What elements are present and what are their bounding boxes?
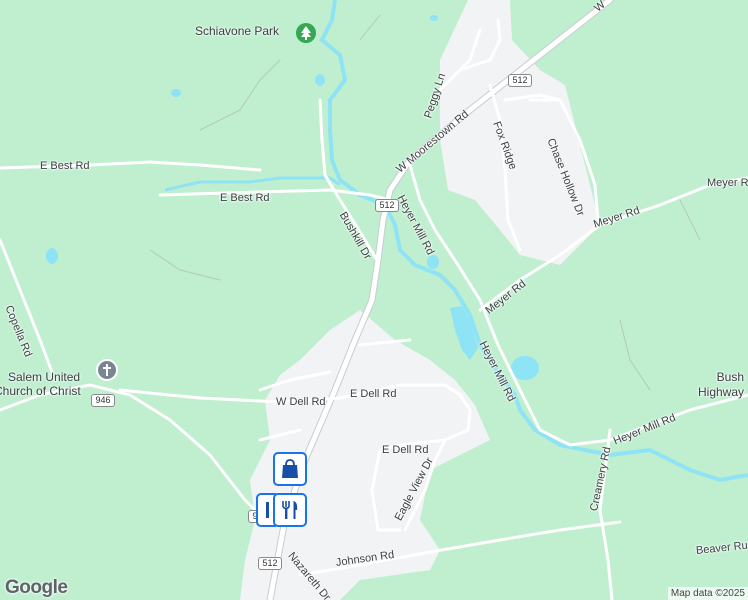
- shopping-bag-icon: [279, 458, 301, 480]
- poi-label: Schiavone Park: [195, 24, 280, 38]
- label-meyer-rd-right: Meyer Rd: [707, 177, 748, 189]
- route-shield: 512: [508, 74, 532, 87]
- pond-4: [46, 248, 58, 264]
- trail-north: [149, 14, 381, 281]
- trail-east: [619, 199, 701, 391]
- pond-6: [315, 74, 325, 86]
- pond-3: [427, 255, 439, 269]
- fork-knife-icon: [278, 499, 302, 521]
- pond-5: [171, 89, 181, 97]
- label-w-dell-rd: W Dell Rd: [276, 396, 326, 408]
- route-shield: 946: [91, 394, 115, 407]
- pond-7: [430, 15, 438, 21]
- label-e-dell-rd-south: E Dell Rd: [382, 444, 429, 456]
- label-e-best-rd: E Best Rd: [220, 192, 270, 204]
- map-canvas[interactable]: W Moorestown Rd E Best Rd E Best Rd Bush…: [0, 0, 748, 600]
- cross-icon[interactable]: [96, 359, 118, 381]
- road-e-best-top: [0, 160, 262, 172]
- pond-2: [511, 356, 539, 380]
- map-base-layer: [0, 0, 748, 600]
- pond-1: [450, 306, 478, 360]
- google-logo: Google: [5, 577, 68, 599]
- poi-label: Salem United Church of Christ: [0, 370, 81, 398]
- route-shield: 512: [375, 199, 399, 212]
- creek-tributary: [164, 176, 341, 192]
- route-shield: 512: [258, 557, 282, 570]
- label-e-best-rd-top: E Best Rd: [40, 160, 90, 172]
- label-bushkill-highway: Bush Highway: [698, 370, 745, 399]
- map-attribution[interactable]: Map data ©2025: [667, 587, 748, 600]
- poi-schiavone-park[interactable]: Schiavone Park: [195, 24, 279, 38]
- shopping-pin[interactable]: [273, 452, 307, 486]
- tree-icon[interactable]: [296, 23, 316, 43]
- restaurant-pin[interactable]: [273, 493, 307, 527]
- google-logo-text: Google: [5, 577, 68, 598]
- poi-salem-united[interactable]: Salem United Church of Christ: [0, 356, 81, 412]
- label-e-dell-rd: E Dell Rd: [350, 388, 397, 400]
